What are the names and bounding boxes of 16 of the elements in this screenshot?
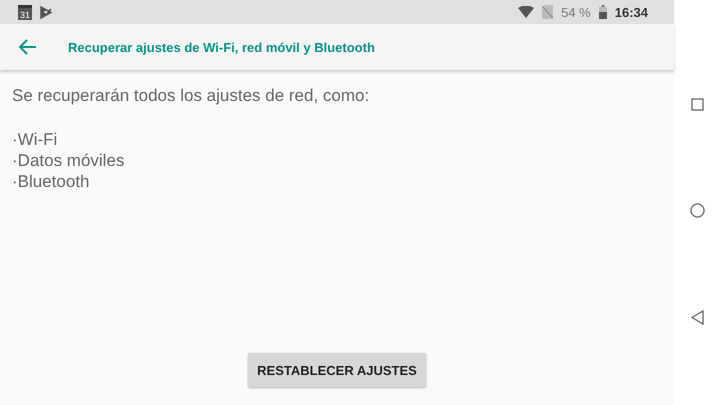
list-item: ·Bluetooth <box>12 171 90 192</box>
no-sim-icon <box>542 5 554 19</box>
list-item: ·Wi-Fi <box>12 129 58 150</box>
wifi-icon <box>518 6 534 18</box>
clock: 16:34 <box>614 4 648 20</box>
screen-title: Recuperar ajustes de Wi-Fi, red móvil y Bluetooth <box>68 40 375 54</box>
reset-button[interactable]: RESTABLECER AJUSTES <box>248 353 426 387</box>
battery-icon <box>598 5 607 19</box>
calendar-icon: 31 <box>18 4 32 20</box>
battery-percentage: 54 % <box>561 4 591 20</box>
description-text: Se recuperarán todos los ajustes de red, como: <box>12 86 370 106</box>
home-icon[interactable] <box>690 203 704 218</box>
list-item: ·Datos móviles <box>12 150 126 171</box>
overview-icon[interactable] <box>690 98 704 111</box>
play-store-icon <box>40 6 52 18</box>
back-icon[interactable] <box>690 310 704 325</box>
